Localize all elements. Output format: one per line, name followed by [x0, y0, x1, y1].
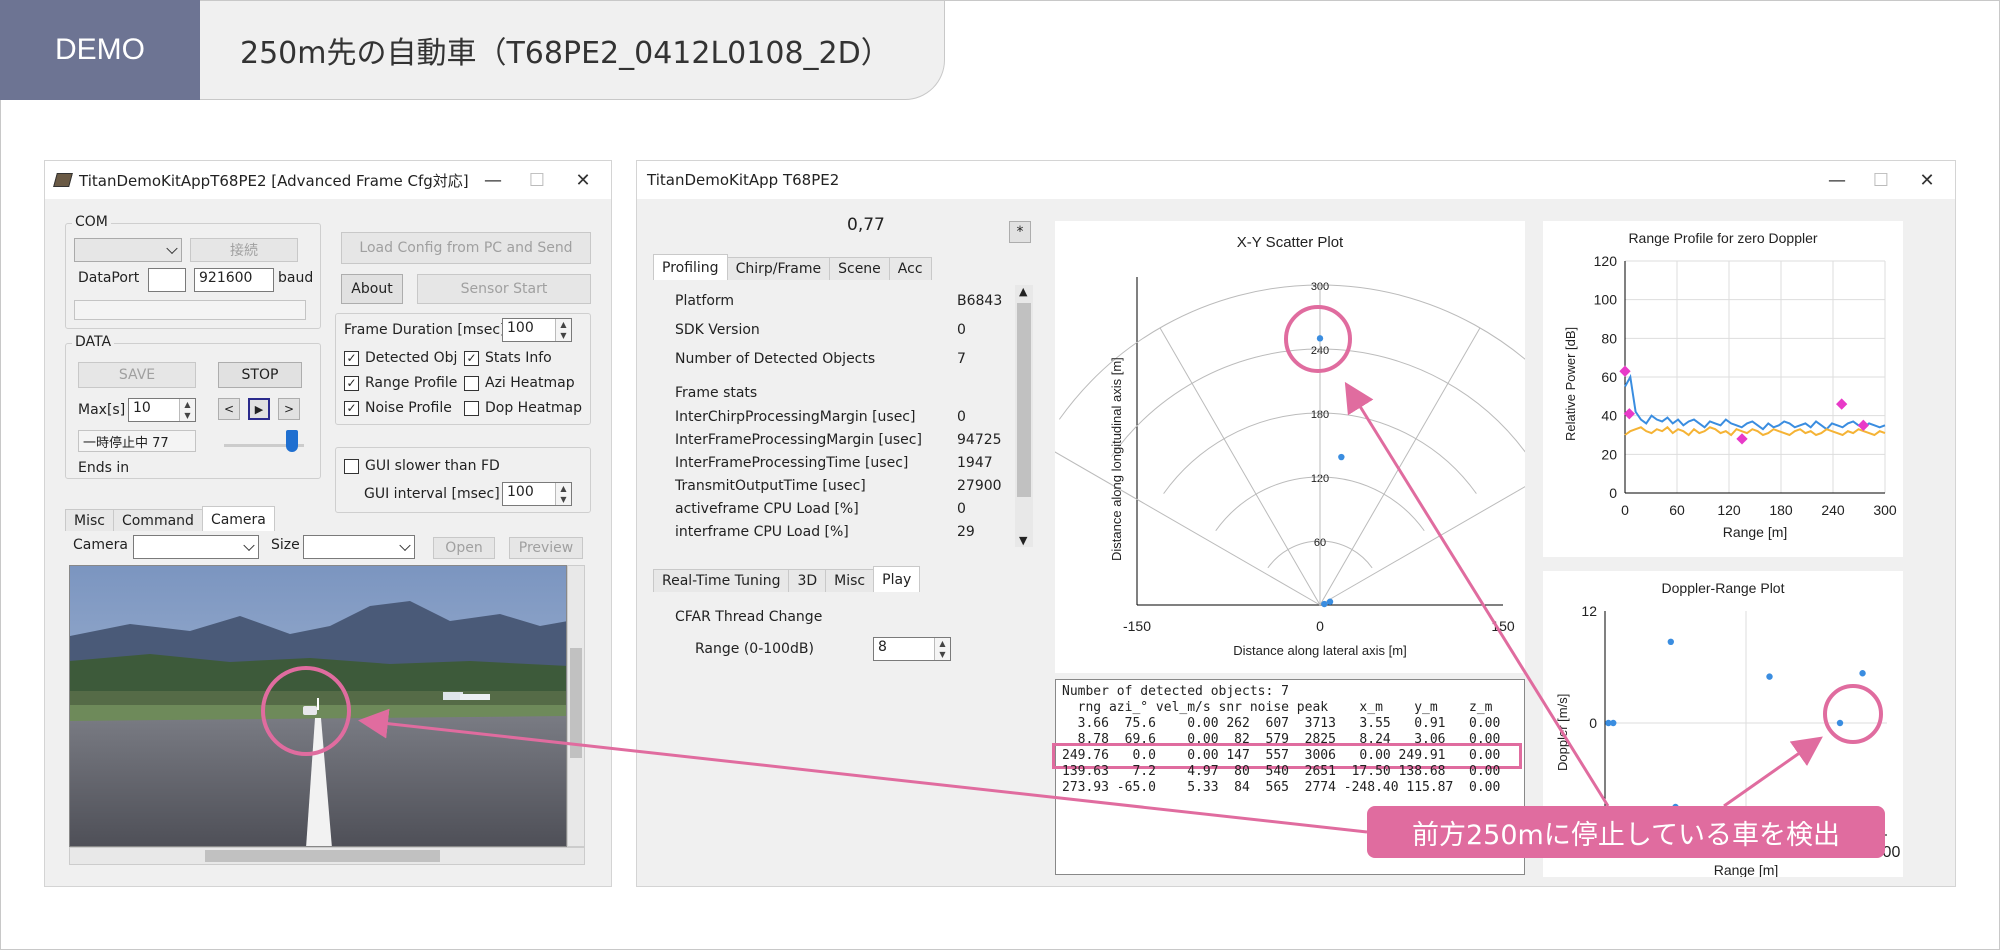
arrow-to-camera [358, 708, 1368, 834]
callout-text: 前方250mに停止している車を検出 [1411, 819, 1841, 851]
arrow-to-doppler [1723, 736, 1823, 808]
highlight-circle-xy [1284, 305, 1352, 373]
callout-box: 前方250mに停止している車を検出 [1367, 806, 1885, 858]
arrow-to-xy [1344, 381, 1610, 807]
highlight-circle-camera [261, 666, 351, 756]
highlight-circle-doppler [1823, 684, 1883, 744]
